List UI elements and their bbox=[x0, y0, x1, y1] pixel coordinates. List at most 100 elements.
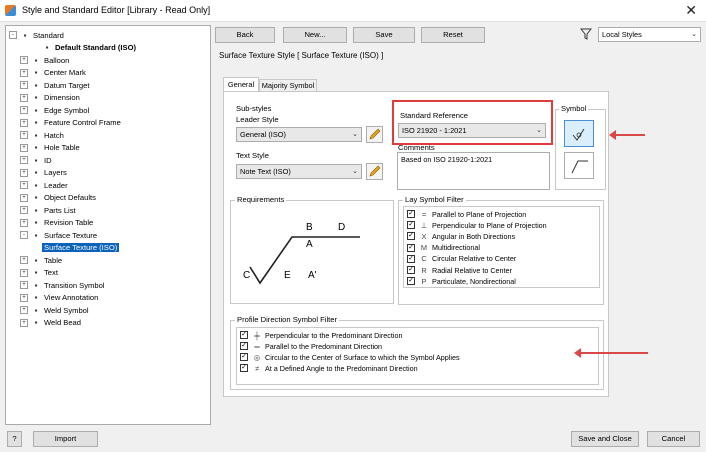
tree-item[interactable]: + ▪ Weld Symbol bbox=[20, 304, 89, 316]
tree-item[interactable]: - ▪ Standard bbox=[9, 29, 64, 41]
expand-icon[interactable]: + bbox=[20, 106, 28, 114]
tree-item[interactable]: + ▪ ID bbox=[20, 154, 52, 166]
close-icon[interactable]: ✕ bbox=[685, 2, 697, 19]
collapse-icon[interactable]: - bbox=[9, 31, 17, 39]
expand-icon[interactable]: + bbox=[20, 206, 28, 214]
tree-item[interactable]: ▪ Default Standard (ISO) bbox=[31, 42, 136, 54]
tab-general[interactable]: General bbox=[223, 77, 259, 92]
checkbox[interactable]: ✓ bbox=[407, 266, 415, 274]
expand-icon[interactable]: + bbox=[20, 218, 28, 227]
tree-item[interactable]: + ▪ Text bbox=[20, 267, 58, 279]
expand-icon[interactable]: + bbox=[20, 268, 28, 277]
tree-item[interactable]: + ▪ Hole Table bbox=[20, 142, 80, 154]
filter-option[interactable]: ✓ M Multidirectional bbox=[407, 243, 480, 253]
tree-item[interactable]: + ▪ Table bbox=[20, 254, 62, 266]
tree-item[interactable]: Surface Texture (ISO) bbox=[31, 242, 120, 254]
tree-item[interactable]: + ▪ Center Mark bbox=[20, 67, 86, 79]
tree-item-label: Weld Bead bbox=[44, 318, 82, 327]
filter-option[interactable]: ✓ ◎ Circular to the Center of Surface to w… bbox=[240, 352, 460, 362]
expand-icon[interactable]: + bbox=[20, 293, 28, 302]
checkbox[interactable]: ✓ bbox=[407, 232, 415, 241]
req-a-prime: A' bbox=[308, 270, 317, 281]
tree-item[interactable]: - ▪ Surface Texture bbox=[20, 229, 97, 241]
tree-item[interactable]: + ▪ Transition Symbol bbox=[20, 279, 105, 291]
expand-icon[interactable]: + bbox=[20, 256, 28, 264]
checkbox[interactable]: ✓ bbox=[240, 353, 248, 361]
tree-item[interactable]: + ▪ Edge Symbol bbox=[20, 104, 89, 116]
symbol-option-alternate[interactable] bbox=[564, 152, 594, 179]
expand-icon[interactable]: + bbox=[20, 318, 28, 327]
filter-option[interactable]: ✓ C Circular Relative to Center bbox=[407, 254, 516, 264]
checkbox[interactable]: ✓ bbox=[407, 254, 415, 263]
expand-icon[interactable]: + bbox=[20, 93, 28, 102]
tree-item[interactable]: + ▪ Leader bbox=[20, 179, 68, 191]
tree-item-label: Surface Texture (ISO) bbox=[42, 243, 120, 252]
filter-option[interactable]: ✓ ═ Parallel to the Predominant Direction bbox=[240, 341, 382, 351]
expand-icon[interactable]: + bbox=[20, 306, 28, 314]
save-and-close-button[interactable]: Save and Close bbox=[571, 431, 639, 447]
expand-icon[interactable]: + bbox=[20, 56, 28, 64]
save-button[interactable]: Save bbox=[353, 27, 415, 43]
expand-icon[interactable]: + bbox=[20, 181, 28, 189]
style-filter-select[interactable]: Local Styles ⌄ bbox=[598, 27, 701, 42]
text-style-select[interactable]: Note Text (ISO) ⌄ bbox=[236, 164, 362, 179]
tree-item[interactable]: + ▪ Balloon bbox=[20, 54, 69, 66]
filter-option[interactable]: ✓ R Radial Relative to Center bbox=[407, 265, 512, 275]
style-heading: Surface Texture Style [ Surface Texture … bbox=[219, 51, 384, 60]
tree-item-label: Parts List bbox=[44, 205, 76, 215]
expand-icon[interactable]: + bbox=[20, 193, 28, 202]
checkbox[interactable]: ✓ bbox=[407, 277, 415, 286]
edit-leader-style-button[interactable] bbox=[366, 126, 383, 143]
checkbox[interactable]: ✓ bbox=[240, 364, 248, 372]
checkbox[interactable]: ✓ bbox=[407, 221, 415, 230]
tree-item[interactable]: + ▪ Revision Table bbox=[20, 217, 93, 229]
tree-item[interactable]: + ▪ Hatch bbox=[20, 129, 64, 141]
tree-item-label: Object Defaults bbox=[44, 193, 96, 202]
edit-text-style-button[interactable] bbox=[366, 163, 383, 180]
expand-icon[interactable]: + bbox=[20, 281, 28, 289]
tree-item-label: Table bbox=[44, 255, 63, 265]
expand-icon[interactable]: + bbox=[20, 81, 28, 89]
tree-item[interactable]: + ▪ Object Defaults bbox=[20, 192, 96, 204]
tree-item[interactable]: + ▪ Feature Control Frame bbox=[20, 117, 121, 129]
filter-option[interactable]: ✓ X Angular in Both Directions bbox=[407, 231, 515, 241]
filter-option[interactable]: ✓ ≠ At a Defined Angle to the Predominant … bbox=[240, 363, 418, 373]
reset-button[interactable]: Reset bbox=[421, 27, 485, 43]
symbol-option-basic[interactable] bbox=[564, 120, 594, 147]
lay-symbol-icon: P bbox=[421, 276, 427, 286]
checkbox[interactable]: ✓ bbox=[240, 342, 248, 350]
expand-icon[interactable]: + bbox=[20, 168, 28, 177]
expand-icon[interactable]: + bbox=[20, 143, 28, 152]
tree-item[interactable]: + ▪ Datum Target bbox=[20, 79, 89, 91]
help-button[interactable]: ? bbox=[7, 431, 22, 447]
tree-item-label: Standard bbox=[33, 30, 64, 40]
expand-icon[interactable]: + bbox=[20, 156, 28, 164]
filter-option-label: Parallel to the Predominant Direction bbox=[265, 341, 383, 351]
expand-icon[interactable]: + bbox=[20, 131, 28, 139]
expand-icon[interactable]: + bbox=[20, 118, 28, 127]
filter-option-label: Particulate, Nondirectional bbox=[432, 276, 516, 286]
lay-symbol-icon: ═ bbox=[254, 341, 260, 351]
tree-item[interactable]: + ▪ Parts List bbox=[20, 204, 76, 216]
tree-item-label: Hatch bbox=[44, 130, 64, 140]
tree-item[interactable]: + ▪ Layers bbox=[20, 167, 67, 179]
new-button[interactable]: New... bbox=[283, 27, 347, 43]
tree-item[interactable]: + ▪ Weld Bead bbox=[20, 317, 81, 329]
checkbox[interactable]: ✓ bbox=[407, 243, 415, 252]
expand-icon[interactable]: + bbox=[20, 68, 28, 77]
checkbox[interactable]: ✓ bbox=[240, 331, 248, 339]
filter-option[interactable]: ✓ = Parallel to Plane of Projection bbox=[407, 209, 526, 219]
import-button[interactable]: Import bbox=[33, 431, 98, 447]
leader-style-select[interactable]: General (ISO) ⌄ bbox=[236, 127, 362, 142]
cancel-button[interactable]: Cancel bbox=[647, 431, 700, 447]
tree-item[interactable]: + ▪ View Annotation bbox=[20, 292, 98, 304]
back-button[interactable]: Back bbox=[215, 27, 275, 43]
checkbox[interactable]: ✓ bbox=[407, 210, 415, 218]
filter-option[interactable]: ✓ ╪ Perpendicular to the Predominant Direc… bbox=[240, 330, 402, 340]
filter-option[interactable]: ✓ P Particulate, Nondirectional bbox=[407, 276, 516, 286]
comments-field[interactable]: Based on ISO 21920-1:2021 bbox=[397, 152, 550, 190]
tree-item[interactable]: + ▪ Dimension bbox=[20, 92, 80, 104]
style-tree[interactable]: - ▪ Standard ▪ Default Standard (ISO) + ▪ Ballo… bbox=[5, 25, 211, 425]
filter-option[interactable]: ✓ ⊥ Perpendicular to Plane of Projection bbox=[407, 220, 547, 230]
collapse-icon[interactable]: - bbox=[20, 231, 28, 239]
